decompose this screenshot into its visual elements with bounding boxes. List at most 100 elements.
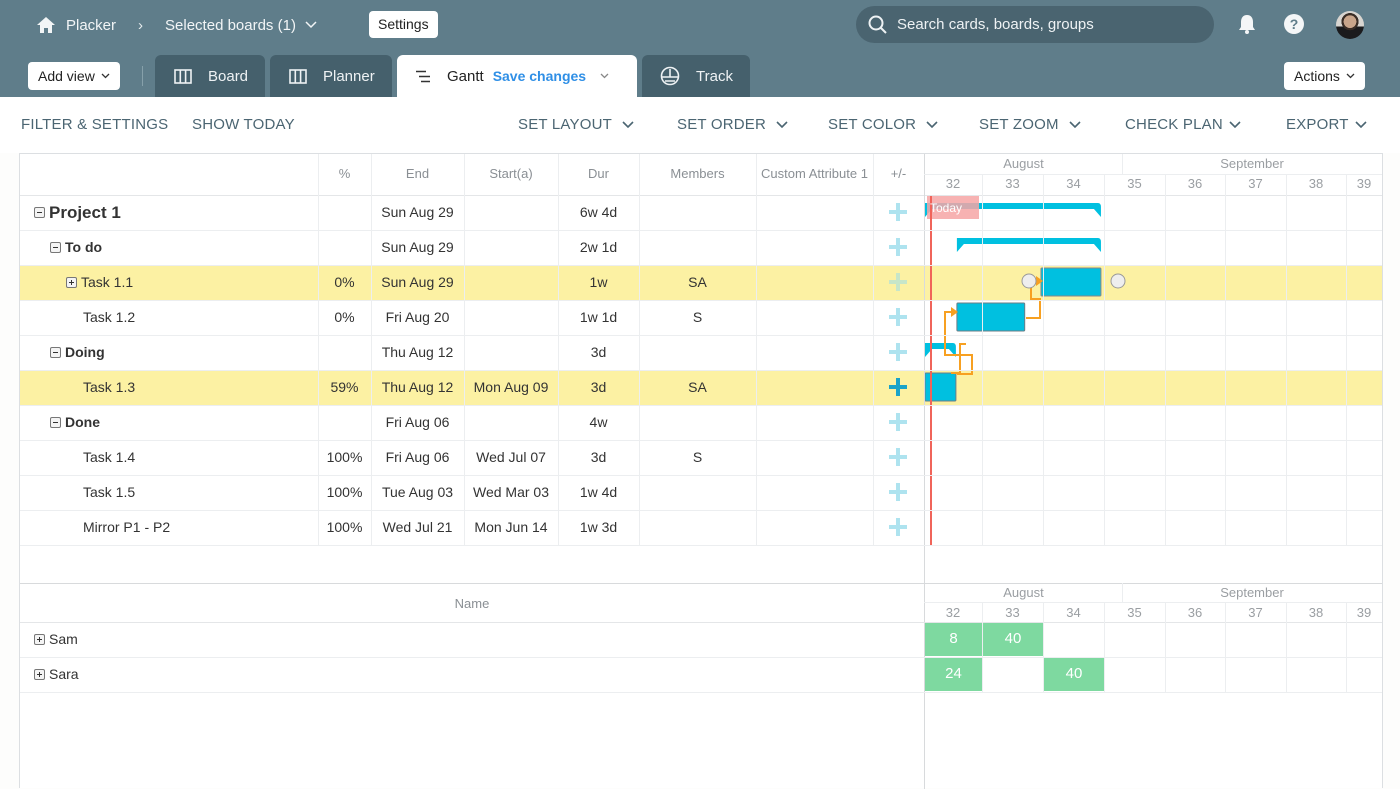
grid-line	[318, 154, 319, 545]
chevron-down-icon[interactable]	[305, 21, 317, 29]
resource-name[interactable]: Sam	[49, 622, 78, 657]
save-changes-link[interactable]: Save changes	[493, 68, 586, 84]
tab-label: Track	[696, 67, 733, 85]
grid-line	[464, 154, 465, 545]
search-input[interactable]: Search cards, boards, groups	[856, 6, 1214, 43]
grid-line	[982, 602, 983, 692]
bell-icon[interactable]	[1236, 13, 1258, 35]
resource-load-cell[interactable]: 8	[925, 622, 982, 656]
chart-divider	[924, 154, 925, 789]
tab-gantt[interactable]: Gantt Save changes	[397, 55, 637, 97]
set-color-dropdown[interactable]: SET COLOR	[828, 116, 938, 133]
tab-planner[interactable]: Planner	[270, 55, 392, 97]
grid-line	[1165, 174, 1166, 545]
task-bar[interactable]	[924, 372, 957, 402]
task-bar[interactable]	[1040, 267, 1102, 297]
top-bar: Placker › Selected boards (1) Settings S…	[0, 0, 1400, 97]
expand-icon[interactable]	[34, 634, 45, 645]
set-order-dropdown[interactable]: SET ORDER	[677, 116, 788, 133]
show-today-label: SHOW TODAY	[192, 116, 295, 133]
link-handle-start[interactable]	[1021, 273, 1037, 289]
breadcrumb-selected-boards[interactable]: Selected boards (1)	[165, 17, 296, 34]
grid-line	[20, 300, 1382, 301]
grid-line	[20, 692, 1382, 693]
resource-name-cell: Sam	[34, 622, 314, 657]
chevron-down-icon	[1229, 121, 1241, 128]
resource-row[interactable]: Sam 8 40	[20, 622, 1382, 657]
gantt-grid: % End Start(a) Dur Members Custom Attrib…	[19, 153, 1383, 789]
set-zoom-dropdown[interactable]: SET ZOOM	[979, 116, 1081, 133]
breadcrumb: Placker › Selected boards (1)	[36, 11, 317, 39]
grid-line	[20, 405, 1382, 406]
grid-line	[982, 174, 983, 545]
grid-line	[1286, 602, 1287, 692]
grid-line	[1122, 583, 1123, 602]
grid-line	[1346, 602, 1347, 692]
set-order-label: SET ORDER	[677, 116, 767, 133]
today-marker-label: Today	[930, 201, 963, 215]
chevron-down-icon	[1346, 73, 1355, 79]
user-avatar[interactable]	[1336, 11, 1364, 39]
export-label: EXPORT	[1286, 116, 1349, 133]
grid-line	[20, 475, 1382, 476]
grid-line	[20, 195, 1382, 196]
grid-line	[20, 265, 1382, 266]
gantt-lines-icon	[416, 70, 430, 82]
resource-row[interactable]: Sara 24 40	[20, 657, 1382, 692]
chevron-down-icon	[776, 121, 788, 128]
week-label: 39	[1356, 605, 1372, 620]
help-icon[interactable]: ?	[1283, 13, 1305, 35]
columns-icon	[289, 68, 307, 84]
add-view-button[interactable]: Add view	[28, 62, 120, 90]
grid-line	[1043, 602, 1044, 692]
grid-line	[20, 440, 1382, 441]
grid-line	[756, 154, 757, 545]
grid-line	[924, 174, 1382, 175]
set-layout-label: SET LAYOUT	[518, 116, 612, 133]
actions-button[interactable]: Actions	[1284, 62, 1365, 90]
resource-header-name[interactable]: Name	[20, 596, 924, 611]
set-layout-dropdown[interactable]: SET LAYOUT	[518, 116, 634, 133]
resource-load-cell[interactable]: 40	[1044, 657, 1104, 691]
grid-line	[1286, 174, 1287, 545]
grid-line	[20, 335, 1382, 336]
resource-load-cell[interactable]: 40	[983, 622, 1043, 656]
export-dropdown[interactable]: EXPORT	[1286, 116, 1367, 133]
summary-bar[interactable]	[956, 238, 1101, 252]
link-handle-end[interactable]	[1110, 273, 1126, 289]
week-label: 35	[1127, 605, 1142, 620]
tab-board[interactable]: Board	[155, 55, 265, 97]
grid-line	[1104, 602, 1105, 692]
expand-icon[interactable]	[34, 669, 45, 680]
grid-line	[1043, 174, 1044, 545]
filter-settings-button[interactable]: FILTER & SETTINGS	[21, 116, 168, 133]
grid-line	[639, 154, 640, 545]
month-label: September	[1220, 585, 1284, 600]
grid-line	[20, 230, 1382, 231]
show-today-button[interactable]: SHOW TODAY	[192, 116, 295, 133]
grid-line	[20, 657, 1382, 658]
resource-name-cell: Sara	[34, 657, 314, 692]
breadcrumb-placker[interactable]: Placker	[66, 17, 116, 34]
tab-track[interactable]: Track	[642, 55, 750, 97]
gantt-chart	[924, 195, 1126, 545]
grid-line	[558, 154, 559, 545]
filter-settings-label: FILTER & SETTINGS	[21, 116, 169, 133]
resource-name[interactable]: Sara	[49, 657, 79, 692]
columns-icon	[174, 68, 192, 84]
grid-line	[20, 370, 1382, 371]
check-plan-dropdown[interactable]: CHECK PLAN	[1125, 116, 1241, 133]
settings-button[interactable]: Settings	[369, 11, 438, 38]
chevron-down-icon[interactable]	[600, 73, 609, 79]
chevron-down-icon	[1355, 121, 1367, 128]
tab-label: Gantt	[447, 67, 484, 85]
search-placeholder: Search cards, boards, groups	[897, 16, 1094, 33]
resource-load-cell[interactable]: 24	[925, 657, 982, 691]
tab-label: Board	[208, 67, 249, 85]
grid-line	[1346, 174, 1347, 545]
home-icon[interactable]	[36, 16, 56, 34]
task-bar[interactable]	[956, 302, 1026, 332]
week-label: 37	[1248, 605, 1263, 620]
search-icon	[868, 15, 887, 34]
chevron-down-icon	[1069, 121, 1081, 128]
